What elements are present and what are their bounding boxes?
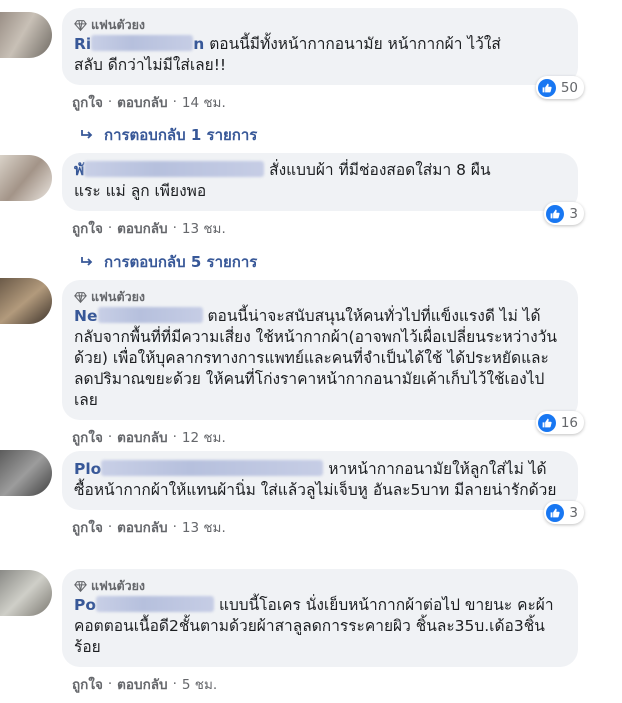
comment-actions: ถูกใจ · ตอบกลับ · 14 ชม. <box>72 91 578 113</box>
separator: · <box>107 94 113 110</box>
like-button[interactable]: ถูกใจ <box>72 217 103 239</box>
badge-label: แฟนตัวยง <box>91 578 146 593</box>
separator: · <box>107 676 113 692</box>
replies-label: การตอบกลับ 1 รายการ <box>104 126 258 144</box>
top-fan-badge[interactable]: แฟนตัวยง <box>74 577 566 595</box>
comment: พั สั่งแบบผ้า ที่มีช่องสอดใส่มา 8 ผืน แร… <box>62 153 584 239</box>
timestamp[interactable]: 14 ชม. <box>182 91 226 113</box>
avatar[interactable] <box>0 570 52 616</box>
avatar[interactable] <box>0 155 52 201</box>
reply-button[interactable]: ตอบกลับ <box>117 673 167 695</box>
diamond-icon <box>74 291 87 303</box>
reply-arrow-icon <box>81 130 93 139</box>
comment-text: Po แบบนี้โอเคร นั่งเย็บหน้ากากผ้าต่อไป ข… <box>74 596 554 656</box>
timestamp[interactable]: 12 ชม. <box>182 426 226 448</box>
timestamp[interactable]: 5 ชม. <box>182 673 217 695</box>
view-replies-link[interactable]: การตอบกลับ 5 รายการ <box>80 250 257 274</box>
comment-bubble: แฟนตัวยง Po แบบนี้โอเคร นั่งเย็บหน้ากากผ… <box>62 569 578 667</box>
comment-text: Ri n ตอนนี้มีทั้งหน้ากากอนามัย หน้ากากผ้า… <box>74 35 501 74</box>
redacted-name <box>101 460 324 476</box>
thumbs-up-icon <box>546 204 565 223</box>
like-button[interactable]: ถูกใจ <box>72 673 103 695</box>
reaction-count[interactable]: 3 <box>544 202 584 225</box>
separator: · <box>107 429 113 445</box>
like-count: 50 <box>560 79 578 96</box>
separator: · <box>172 220 177 236</box>
reaction-count[interactable]: 50 <box>535 76 584 99</box>
like-button[interactable]: ถูกใจ <box>72 426 103 448</box>
redacted-name <box>84 161 265 177</box>
comment-bubble: แฟนตัวยง Ne ตอนนี้น่าจะสนับสนุนให้คนทั่ว… <box>62 280 584 434</box>
comment-bubble: พั สั่งแบบผ้า ที่มีช่องสอดใส่มา 8 ผืน แร… <box>62 153 584 225</box>
avatar[interactable] <box>0 450 52 496</box>
comment: Plo หาหน้ากากอนามัยให้ลูกใส่ไม่ ได้ ซื้อ… <box>62 451 584 538</box>
reply-button[interactable]: ตอบกลับ <box>117 91 167 113</box>
reply-button[interactable]: ตอบกลับ <box>117 516 167 538</box>
replies-label: การตอบกลับ 5 รายการ <box>104 253 258 271</box>
badge-label: แฟนตัวยง <box>91 17 146 32</box>
avatar[interactable] <box>0 278 52 324</box>
reply-arrow-icon <box>81 257 93 266</box>
author-name[interactable]: Ne <box>74 307 203 325</box>
separator: · <box>172 94 177 110</box>
comment-actions: ถูกใจ · ตอบกลับ · 13 ชม. <box>72 516 578 538</box>
separator: · <box>107 220 113 236</box>
separator: · <box>107 519 113 535</box>
comment: แฟนตัวยง Ne ตอนนี้น่าจะสนับสนุนให้คนทั่ว… <box>62 280 584 448</box>
comment-bubble: แฟนตัวยง Ri n ตอนนี้มีทั้งหน้ากากอนามัย ห… <box>62 8 584 99</box>
comment-actions: ถูกใจ · ตอบกลับ · 13 ชม. <box>72 217 578 239</box>
like-button[interactable]: ถูกใจ <box>72 516 103 538</box>
diamond-icon <box>74 19 87 31</box>
view-replies-link[interactable]: การตอบกลับ 1 รายการ <box>80 123 257 147</box>
redacted-name <box>91 35 194 51</box>
like-count: 16 <box>560 414 578 431</box>
author-name[interactable]: Ri n <box>74 35 204 53</box>
thumbs-up-icon <box>537 78 556 97</box>
reply-button[interactable]: ตอบกลับ <box>117 217 167 239</box>
redacted-name <box>96 596 215 612</box>
thumbs-up-icon <box>546 503 565 522</box>
comment-actions: ถูกใจ · ตอบกลับ · 12 ชม. <box>72 426 578 448</box>
like-count: 3 <box>569 205 578 222</box>
separator: · <box>172 429 177 445</box>
reply-button[interactable]: ตอบกลับ <box>117 426 167 448</box>
comment: แฟนตัวยง Po แบบนี้โอเคร นั่งเย็บหน้ากากผ… <box>62 569 578 695</box>
separator: · <box>172 519 177 535</box>
like-count: 3 <box>569 504 578 521</box>
avatar[interactable] <box>0 12 52 58</box>
timestamp[interactable]: 13 ชม. <box>182 516 226 538</box>
badge-label: แฟนตัวยง <box>91 289 146 304</box>
thumbs-up-icon <box>537 413 556 432</box>
reaction-count[interactable]: 3 <box>544 501 584 524</box>
reaction-count[interactable]: 16 <box>535 411 584 434</box>
author-name[interactable]: Plo <box>74 460 324 478</box>
like-button[interactable]: ถูกใจ <box>72 91 103 113</box>
author-name[interactable]: พั <box>74 161 265 179</box>
separator: · <box>172 676 177 692</box>
author-name[interactable]: Po <box>74 596 215 614</box>
comment-bubble: Plo หาหน้ากากอนามัยให้ลูกใส่ไม่ ได้ ซื้อ… <box>62 451 584 524</box>
top-fan-badge[interactable]: แฟนตัวยง <box>74 288 566 306</box>
comment-text: Plo หาหน้ากากอนามัยให้ลูกใส่ไม่ ได้ ซื้อ… <box>74 460 557 499</box>
comment: แฟนตัวยง Ri n ตอนนี้มีทั้งหน้ากากอนามัย ห… <box>62 8 584 113</box>
comment-text: Ne ตอนนี้น่าจะสนับสนุนให้คนทั่วไปที่แข็ง… <box>74 307 557 409</box>
comment-actions: ถูกใจ · ตอบกลับ · 5 ชม. <box>72 673 578 695</box>
comment-text: พั สั่งแบบผ้า ที่มีช่องสอดใส่มา 8 ผืน แร… <box>74 161 491 200</box>
top-fan-badge[interactable]: แฟนตัวยง <box>74 16 566 34</box>
timestamp[interactable]: 13 ชม. <box>182 217 226 239</box>
diamond-icon <box>74 580 87 592</box>
redacted-name <box>97 307 203 323</box>
